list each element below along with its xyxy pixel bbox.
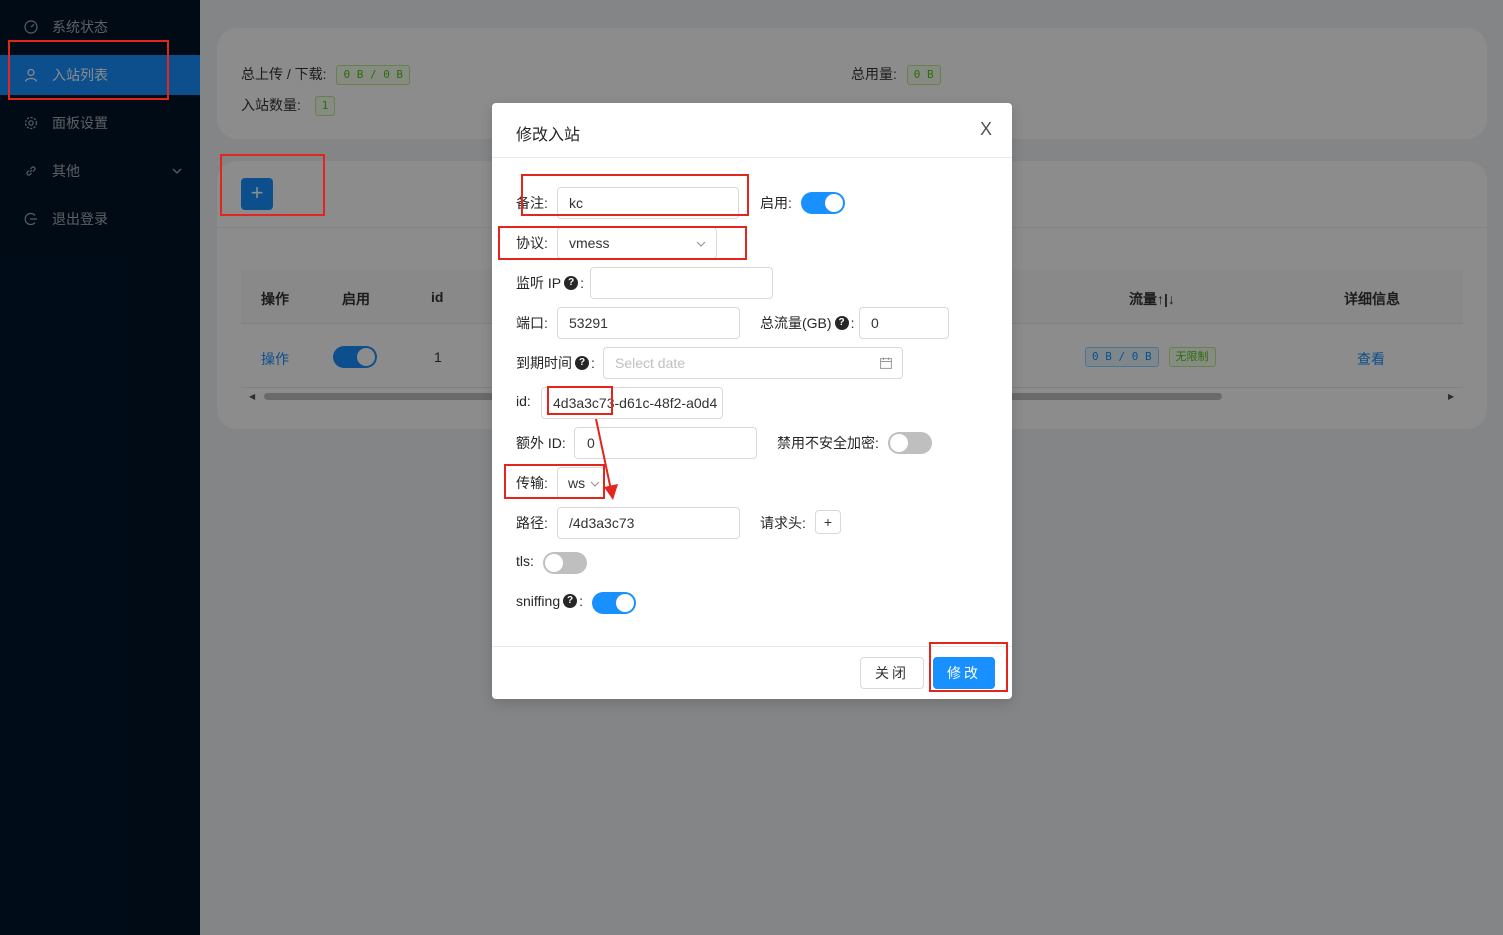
protocol-label: 协议: — [516, 235, 548, 251]
remark-label: 备注: — [516, 195, 548, 211]
port-input[interactable]: 53291 — [557, 307, 740, 339]
submit-button[interactable]: 修改 — [933, 657, 995, 689]
protocol-select[interactable]: vmess — [557, 227, 717, 259]
id-label: id: — [516, 393, 531, 409]
path-input[interactable]: /4d3a3c73 — [557, 507, 740, 539]
expiry-label: 到期时间 ?: — [516, 355, 595, 371]
remark-input[interactable]: kc — [557, 187, 739, 219]
sniffing-toggle[interactable] — [592, 592, 636, 614]
sniffing-label: sniffing ?: — [516, 593, 583, 609]
transport-label: 传输: — [516, 475, 548, 491]
tls-toggle[interactable] — [543, 552, 587, 574]
edit-inbound-modal: 修改入站 X 备注: kc 启用: 协议: vmess 监听 IP ?: 端口:… — [492, 103, 1012, 699]
close-button[interactable]: 关闭 — [860, 657, 924, 689]
listen-ip-input[interactable] — [590, 267, 773, 299]
chevron-down-icon — [696, 228, 706, 258]
enable-toggle[interactable] — [801, 192, 845, 214]
enable-label: 启用: — [760, 195, 792, 211]
tls-label: tls: — [516, 553, 534, 569]
disable-insecure-label: 禁用不安全加密: — [777, 435, 879, 451]
help-icon[interactable]: ? — [834, 316, 849, 330]
modal-title: 修改入站 — [516, 127, 581, 144]
close-icon[interactable]: X — [980, 119, 992, 140]
id-input[interactable]: 4d3a3c73-d61c-48f2-a0d4 — [541, 387, 723, 419]
listen-ip-label: 监听 IP ?: — [516, 275, 585, 291]
total-traffic-label: 总流量(GB) ?: — [760, 315, 855, 331]
alter-id-label: 额外 ID: — [516, 435, 566, 451]
help-icon[interactable]: ? — [575, 356, 589, 370]
headers-label: 请求头: — [760, 515, 806, 531]
help-icon[interactable]: ? — [563, 594, 578, 608]
transport-select[interactable]: ws — [557, 467, 605, 499]
help-icon[interactable]: ? — [564, 276, 579, 290]
path-label: 路径: — [516, 515, 548, 531]
add-header-button[interactable]: + — [815, 510, 841, 534]
alter-id-input[interactable]: 0 — [574, 427, 757, 459]
total-traffic-input[interactable]: 0 — [859, 307, 949, 339]
port-label: 端口: — [516, 315, 548, 331]
chevron-down-icon — [590, 468, 600, 498]
disable-insecure-toggle[interactable] — [888, 432, 932, 454]
expiry-date-picker[interactable]: Select date — [603, 347, 903, 379]
calendar-icon — [880, 348, 892, 378]
